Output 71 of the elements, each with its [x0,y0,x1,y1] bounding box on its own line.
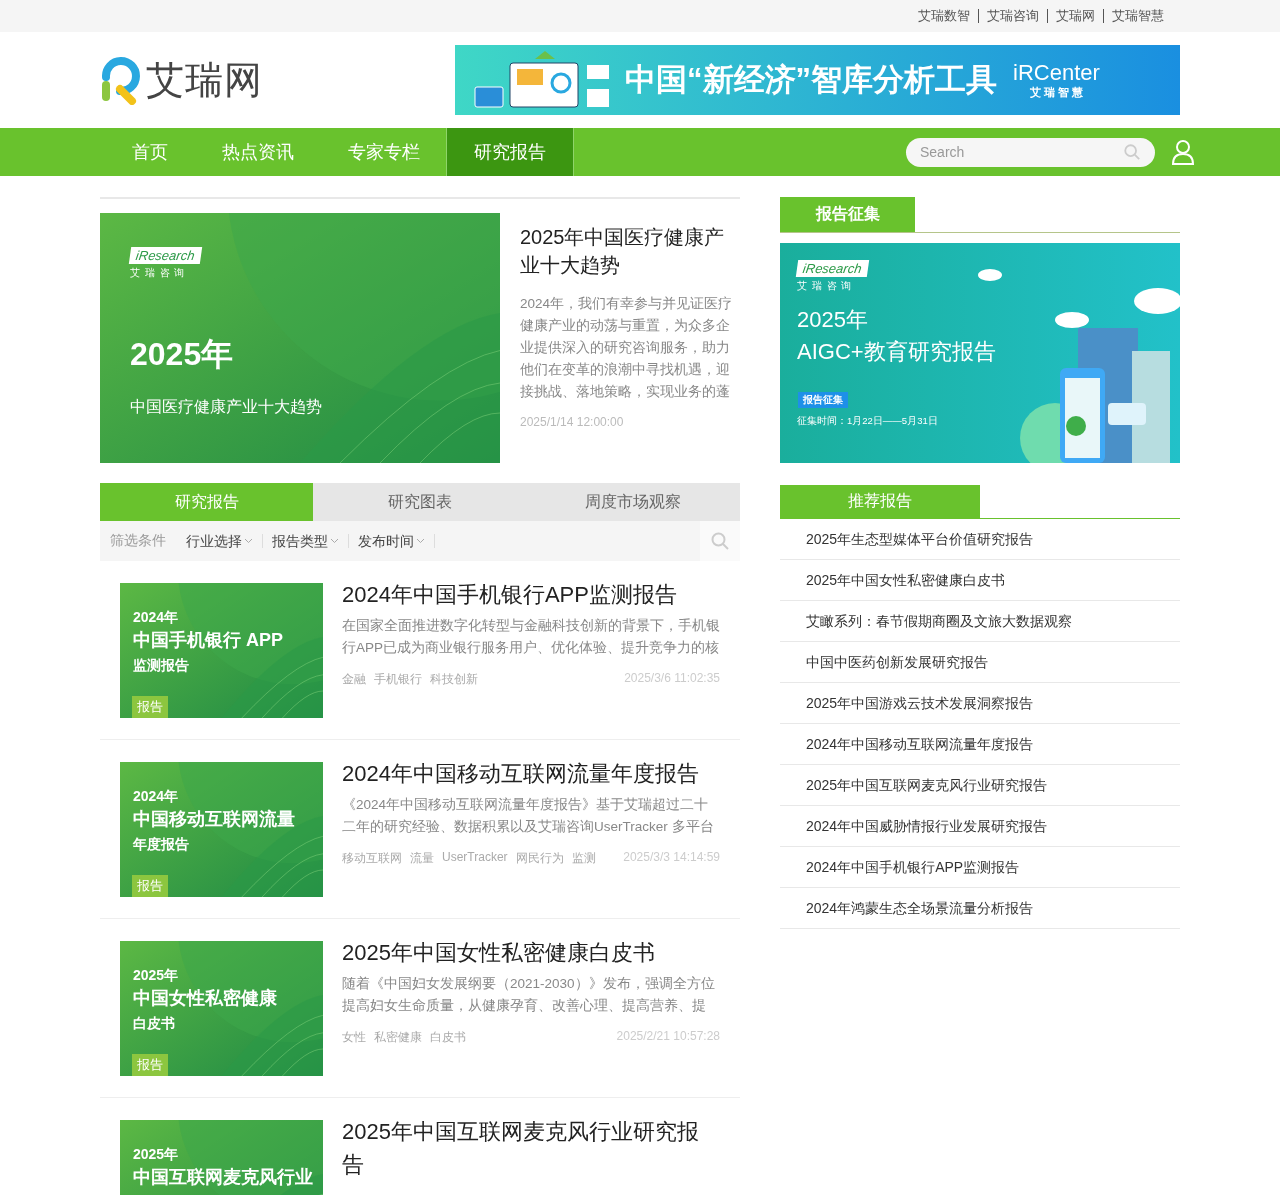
brand-logo: iResearch [795,260,869,277]
report-badge: 报告 [132,1054,168,1076]
banner-title: AIGC+教育研究报告 [797,338,996,366]
banner-brand-subtitle: 艾 瑞 智 慧 [1029,84,1083,100]
search-button[interactable] [700,521,740,561]
brand-logo: iResearch [128,247,202,264]
report-link[interactable]: 2024年中国手机银行APP监测报告 [780,847,1180,888]
logo-text: 艾瑞网 [146,57,263,103]
cover-subtitle: 中国医疗健康产业十大趋势 [130,397,322,417]
top-link[interactable]: 艾瑞智慧 [1103,9,1172,23]
article-summary: 在国家全面推进数字化转型与金融科技创新的背景下，手机银行APP已成为商业银行服务用户、优化体验、提升竞争力的核 [342,617,720,657]
logo-icon [100,55,140,105]
report-badge: 报告 [132,875,168,897]
cover-year: 2025年 [130,335,234,374]
article-summary: 《2024年中国移动互联网流量年度报告》基于艾瑞超过二十二年的研究经验、数据积累以及艾瑞咨询UserTracker 多平台 [342,796,715,836]
report-link[interactable]: 2024年中国威胁情报行业发展研究报告 [780,806,1180,847]
cover-text: 年度报告 [133,835,190,854]
article-title[interactable]: 2024年中国移动互联网流量年度报告 [342,757,720,790]
report-link[interactable]: 2025年中国游戏云技术发展洞察报告 [780,683,1180,724]
cover-text: 2025年 [133,966,180,985]
article-title[interactable]: 2025年中国互联网麦克风行业研究报告 [342,1115,720,1181]
report-link[interactable]: 2025年生态型媒体平台价值研究报告 [780,519,1180,560]
featured-summary: 2024年，我们有幸参与并见证医疗健康产业的动荡与重置，为众多企业提供深入的研究咨询服务，助力他们在变革的浪潮中寻找机遇，迎接挑战、落地策略，实现业务的蓬 [520,295,734,401]
report-link[interactable]: 艾瞰系列：春节假期商圈及文旅大数据观察 [780,601,1180,642]
user-icon[interactable] [1171,139,1195,165]
report-badge: 报告 [132,696,168,718]
caret-icon [244,538,253,544]
filter-label: 筛选条件 [110,532,166,550]
cover-text: 2024年 [133,608,180,627]
cover-text: 监测报告 [133,656,190,675]
banner-period: 征集时间：1月22日——5月31日 [797,415,938,428]
report-link[interactable]: 中国中医药创新发展研究报告 [780,642,1180,683]
section-heading: 报告征集 [780,197,915,232]
filter-dropdown[interactable]: 行业选择 [186,534,263,548]
article-title[interactable]: 2024年中国手机银行APP监测报告 [342,578,720,611]
search-field[interactable]: Search [906,137,1155,167]
tab[interactable]: 研究图表 [313,483,527,521]
banner-headline: 中国“新经济”智库分析工具 [625,61,997,99]
report-link[interactable]: 2024年鸿蒙生态全场景流量分析报告 [780,888,1180,929]
nav-tab[interactable]: 研究报告 [446,128,574,176]
cover-text: 中国手机银行 APP [133,629,283,652]
banner-badge: 报告征集 [798,392,848,408]
filter-dropdown[interactable]: 发布时间 [358,534,435,548]
brand-logo-subtitle: 艾 瑞 咨 询 [130,266,187,280]
filter-dropdown[interactable]: 报告类型 [272,534,349,548]
report-link[interactable]: 2025年中国女性私密健康白皮书 [780,560,1180,601]
cover-text: 中国女性私密健康 [133,987,277,1010]
search-icon [1123,142,1141,161]
cover-text: 2024年 [133,787,180,806]
report-link[interactable]: 2024年中国移动互联网流量年度报告 [780,724,1180,765]
caret-icon [330,538,339,544]
top-link[interactable]: 艾瑞咨询 [978,9,1047,23]
article-title[interactable]: 2025年中国女性私密健康白皮书 [342,936,720,969]
cover-text: 中国互联网麦克风行业 [133,1166,313,1189]
featured-title[interactable]: 2025年中国医疗健康产业十大趋势 [520,223,736,279]
search-icon [710,531,730,551]
brand-logo-subtitle: 艾 瑞 咨 询 [797,279,854,293]
caret-icon [416,538,425,544]
banner-brand: iRCenter [1013,60,1100,85]
top-link[interactable]: 艾瑞网 [1047,9,1103,23]
section-heading: 推荐报告 [780,485,980,518]
featured-date: 2025/1/14 12:00:00 [520,415,625,429]
banner-year: 2025年 [797,306,868,334]
tab[interactable]: 周度市场观察 [526,483,740,521]
cover-text: 白皮书 [133,1014,176,1033]
cover-text: 2025年 [133,1145,180,1164]
collect-banner[interactable]: iResearch 艾 瑞 咨 询 2025年 AIGC+教育研究报告 报告征集 征集时间：1月22日——5月31日 [780,243,1180,463]
article-summary: 随着《中国妇女发展纲要（2021-2030）》发布，强调全方位提高妇女生命质量，从健康孕育、改善心理、提高营养、提 [342,975,716,1015]
report-link[interactable]: 2025年中国互联网麦克风行业研究报告 [780,765,1180,806]
top-link[interactable]: 艾瑞数智 [910,9,978,23]
cover-text: 中国移动互联网流量 [133,808,295,831]
